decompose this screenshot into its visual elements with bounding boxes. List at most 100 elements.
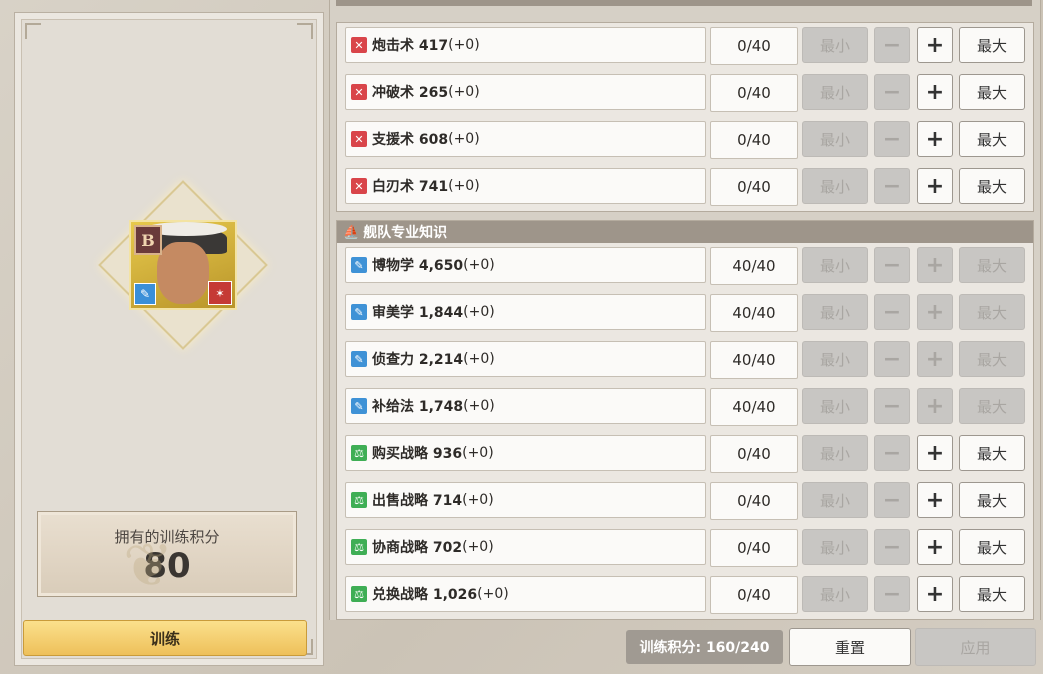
skill-progress: 0/40 xyxy=(710,482,798,520)
increment-button[interactable]: + xyxy=(917,121,953,157)
decrement-button[interactable]: − xyxy=(874,388,910,424)
skill-row: ✕ 冲破术 265 (+0) 0/40 最小 − + 最大 xyxy=(337,70,1033,117)
max-button[interactable]: 最大 xyxy=(959,529,1025,565)
decrement-button[interactable]: − xyxy=(874,168,910,204)
character-portrait-frame: B ✎ ✶ xyxy=(98,180,268,350)
skill-bonus: (+0) xyxy=(448,37,480,53)
skill-progress: 0/40 xyxy=(710,168,798,206)
increment-button[interactable]: + xyxy=(917,168,953,204)
decrement-button[interactable]: − xyxy=(874,247,910,283)
skill-progress: 40/40 xyxy=(710,341,798,379)
section-title: 舰队专业知识 xyxy=(363,225,448,241)
min-button[interactable]: 最小 xyxy=(802,168,868,204)
min-button[interactable]: 最小 xyxy=(802,74,868,110)
max-button[interactable]: 最大 xyxy=(959,388,1025,424)
decrement-button[interactable]: − xyxy=(874,341,910,377)
decrement-button[interactable]: − xyxy=(874,294,910,330)
min-button[interactable]: 最小 xyxy=(802,388,868,424)
skill-bonus: (+0) xyxy=(463,351,495,367)
skill-row: ✎ 审美学 1,844 (+0) 40/40 最小 − + 最大 xyxy=(337,290,1033,337)
min-button[interactable]: 最小 xyxy=(802,529,868,565)
training-points-summary: 训练积分: 160/240 xyxy=(626,630,783,664)
decrement-button[interactable]: − xyxy=(874,435,910,471)
skill-progress: 40/40 xyxy=(710,388,798,426)
max-button[interactable]: 最大 xyxy=(959,294,1025,330)
apply-button[interactable]: 应用 xyxy=(915,628,1036,666)
min-button[interactable]: 最小 xyxy=(802,576,868,612)
skill-name: 购买战略 936 xyxy=(372,446,463,462)
increment-button[interactable]: + xyxy=(917,247,953,283)
brush-icon: ✎ xyxy=(134,283,156,305)
min-button[interactable]: 最小 xyxy=(802,435,868,471)
skill-name: 博物学 4,650 xyxy=(372,258,464,274)
decrement-button[interactable]: − xyxy=(874,121,910,157)
brush-icon: ✎ xyxy=(351,304,367,320)
crossed-swords-icon: ✕ xyxy=(351,178,367,194)
max-button[interactable]: 最大 xyxy=(959,341,1025,377)
skill-progress: 0/40 xyxy=(710,27,798,65)
skill-row: ✎ 博物学 4,650 (+0) 40/40 最小 − + 最大 xyxy=(337,243,1033,290)
character-portrait[interactable]: B ✎ ✶ xyxy=(129,220,237,310)
skill-name-box: ✎ 侦查力 2,214 (+0) xyxy=(345,341,706,377)
skill-row: ⚖ 兑换战略 1,026 (+0) 0/40 最小 − + 最大 xyxy=(337,572,1033,619)
skill-bonus: (+0) xyxy=(462,492,494,508)
min-button[interactable]: 最小 xyxy=(802,121,868,157)
decrement-button[interactable]: − xyxy=(874,529,910,565)
min-button[interactable]: 最小 xyxy=(802,341,868,377)
skill-bonus: (+0) xyxy=(462,539,494,555)
reset-button[interactable]: 重置 xyxy=(789,628,911,666)
brush-icon: ✎ xyxy=(351,398,367,414)
min-button[interactable]: 最小 xyxy=(802,27,868,63)
crossed-swords-icon: ✕ xyxy=(351,131,367,147)
frame-corner xyxy=(297,23,313,39)
max-button[interactable]: 最大 xyxy=(959,576,1025,612)
skill-name: 兑换战略 1,026 xyxy=(372,587,478,603)
max-button[interactable]: 最大 xyxy=(959,168,1025,204)
min-button[interactable]: 最小 xyxy=(802,482,868,518)
min-button[interactable]: 最小 xyxy=(802,247,868,283)
max-button[interactable]: 最大 xyxy=(959,121,1025,157)
scales-icon: ⚖ xyxy=(351,586,367,602)
max-button[interactable]: 最大 xyxy=(959,74,1025,110)
decrement-button[interactable]: − xyxy=(874,27,910,63)
increment-button[interactable]: + xyxy=(917,27,953,63)
max-button[interactable]: 最大 xyxy=(959,435,1025,471)
max-button[interactable]: 最大 xyxy=(959,247,1025,283)
max-button[interactable]: 最大 xyxy=(959,482,1025,518)
skill-row: ✎ 补给法 1,748 (+0) 40/40 最小 − + 最大 xyxy=(337,384,1033,431)
fleet-icon: ⛵ xyxy=(343,224,360,240)
skill-name: 白刃术 741 xyxy=(372,179,449,195)
laurel-icon: ❦ xyxy=(123,531,174,601)
increment-button[interactable]: + xyxy=(917,341,953,377)
max-button[interactable]: 最大 xyxy=(959,27,1025,63)
skill-name: 协商战略 702 xyxy=(372,540,463,556)
skill-progress: 0/40 xyxy=(710,576,798,614)
min-button[interactable]: 最小 xyxy=(802,294,868,330)
combat-skills-section: ✕ 炮击术 417 (+0) 0/40 最小 − + 最大 ✕ 冲破术 265 (+0) 0/40 最小… xyxy=(336,22,1034,212)
skill-progress: 0/40 xyxy=(710,74,798,112)
skill-bonus: (+0) xyxy=(463,257,495,273)
increment-button[interactable]: + xyxy=(917,74,953,110)
skill-row: ⚖ 购买战略 936 (+0) 0/40 最小 − + 最大 xyxy=(337,431,1033,478)
increment-button[interactable]: + xyxy=(917,576,953,612)
crossed-swords-icon: ✕ xyxy=(351,37,367,53)
scales-icon: ⚖ xyxy=(351,445,367,461)
train-button[interactable]: 训练 xyxy=(23,620,307,656)
decrement-button[interactable]: − xyxy=(874,576,910,612)
skill-row: ✕ 白刃术 741 (+0) 0/40 最小 − + 最大 xyxy=(337,164,1033,211)
rank-badge: B xyxy=(134,225,162,255)
increment-button[interactable]: + xyxy=(917,294,953,330)
increment-button[interactable]: + xyxy=(917,482,953,518)
decrement-button[interactable]: − xyxy=(874,482,910,518)
increment-button[interactable]: + xyxy=(917,388,953,424)
skill-name-box: ⚖ 出售战略 714 (+0) xyxy=(345,482,706,518)
character-panel: B ✎ ✶ ❦ 拥有的训练积分 80 训练 xyxy=(14,12,324,666)
decrement-button[interactable]: − xyxy=(874,74,910,110)
brush-icon: ✎ xyxy=(351,257,367,273)
skill-name-box: ✕ 炮击术 417 (+0) xyxy=(345,27,706,63)
skill-bonus: (+0) xyxy=(448,131,480,147)
skill-bonus: (+0) xyxy=(448,178,480,194)
increment-button[interactable]: + xyxy=(917,529,953,565)
owned-points-box: ❦ 拥有的训练积分 80 xyxy=(37,511,297,597)
increment-button[interactable]: + xyxy=(917,435,953,471)
